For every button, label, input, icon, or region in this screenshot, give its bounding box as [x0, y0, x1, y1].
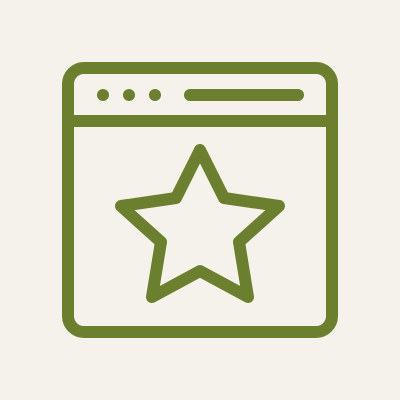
browser-window-star-icon — [62, 62, 338, 338]
window-dot-2 — [123, 89, 135, 101]
window-dot-1 — [97, 89, 109, 101]
window-dot-3 — [149, 89, 161, 101]
window-frame — [62, 62, 338, 338]
icon-canvas — [0, 0, 400, 400]
star-icon — [115, 144, 285, 303]
